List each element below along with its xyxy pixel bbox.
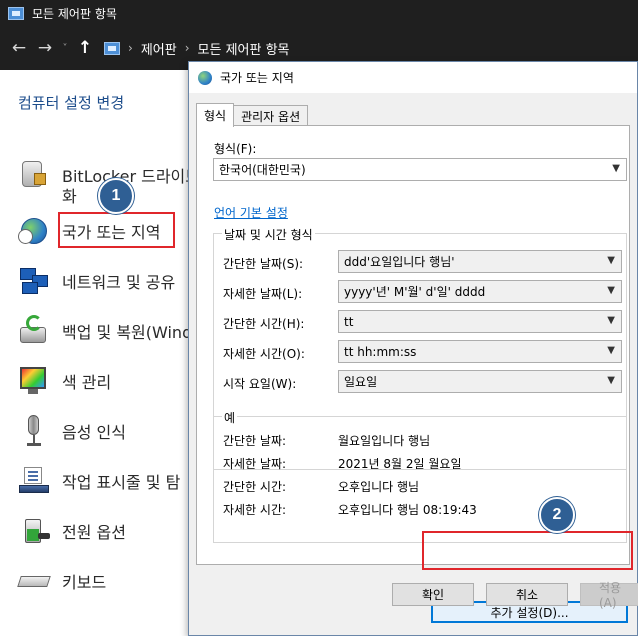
chevron-down-icon: ▼ [607,345,615,356]
example-long-time-value: 오후입니다 행님 08:19:43 [338,503,477,517]
item-label: 전원 옵션 [62,523,126,542]
cancel-button[interactable]: 취소 [486,583,568,606]
item-network[interactable]: 네트워크 및 공유 [18,264,175,298]
example-short-date-value: 월요일입니다 행님 [338,434,431,448]
tab-strip: 형식 관리자 옵션 [196,103,309,127]
chevron-down-icon: ▼ [612,163,620,174]
chevron-right-icon: › [128,41,133,55]
first-day-label: 시작 요일(W): [223,377,297,391]
example-long-time-label: 자세한 시간: [223,503,287,517]
first-day-value: 일요일 [344,375,378,389]
item-label: 백업 및 복원(Wind [62,323,193,342]
short-time-label: 간단한 시간(H): [223,317,305,331]
window-title: 모든 제어판 항목 [32,6,117,21]
tab-administrative[interactable]: 관리자 옵션 [233,105,309,127]
item-label: BitLocker 드라이브 [62,167,200,186]
back-arrow-icon[interactable]: ← [6,38,32,58]
item-speech[interactable]: 음성 인식 [18,414,126,448]
network-icon [18,265,50,297]
short-date-label: 간단한 날짜(S): [223,257,304,271]
item-label: 음성 인식 [62,423,126,442]
chevron-down-icon: ▼ [607,315,615,326]
recent-locations-chevron-icon[interactable]: ˅ [58,43,72,54]
control-panel-icon [8,6,24,20]
long-date-value: yyyy'년' M'월' d'일' dddd [344,285,486,299]
long-time-label: 자세한 시간(O): [223,347,305,361]
example-long-date-value: 2021년 8월 2일 월요일 [338,457,462,471]
window-titlebar: 모든 제어판 항목 [0,0,638,26]
item-color-management[interactable]: 색 관리 [18,364,111,398]
format-select-value: 한국어(대한민국) [219,163,306,177]
short-time-select[interactable]: tt ▼ [338,310,622,333]
short-time-value: tt [344,314,354,329]
item-label: 작업 표시줄 및 탐 [62,473,181,492]
power-icon [18,515,50,547]
breadcrumb-control-panel[interactable]: 제어판 [141,39,177,58]
highlight-additional-settings [422,531,633,570]
item-label-continued: 화 [62,187,77,206]
page-title: 컴퓨터 설정 변경 [18,94,125,112]
long-time-select[interactable]: tt hh:mm:ss ▼ [338,340,622,363]
format-select[interactable]: 한국어(대한민국) ▼ [213,158,627,181]
step-badge-1: 1 [98,178,134,214]
item-backup[interactable]: 백업 및 복원(Wind [18,314,192,348]
backup-icon [18,315,50,347]
chevron-down-icon: ▼ [607,375,615,386]
globe-clock-icon [18,215,50,247]
control-panel-icon [104,41,120,55]
example-short-date-label: 간단한 날짜: [223,434,287,448]
breadcrumb-all-items[interactable]: 모든 제어판 항목 [198,39,290,58]
example-long-date-label: 자세한 날짜: [223,457,287,471]
language-preferences-link[interactable]: 언어 기본 설정 [214,204,288,221]
item-taskbar[interactable]: 작업 표시줄 및 탐 [18,464,180,498]
keyboard-icon [17,565,51,597]
chevron-right-icon: › [184,41,190,55]
chevron-down-icon: ▼ [607,255,615,266]
item-keyboard[interactable]: 키보드 [17,564,107,598]
highlight-region-item [58,212,175,248]
up-arrow-icon[interactable]: ↑ [72,38,98,58]
ok-button[interactable]: 확인 [392,583,474,606]
first-day-select[interactable]: 일요일 ▼ [338,370,622,393]
apply-button[interactable]: 적용(A) [580,581,638,610]
chevron-down-icon: ▼ [607,285,615,296]
dialog-titlebar: 국가 또는 지역 [189,62,637,93]
example-short-time-label: 간단한 시간: [223,480,287,494]
taskbar-icon [18,465,50,497]
group-title: 날짜 및 시간 형식 [222,226,315,243]
item-label: 키보드 [62,573,107,592]
example-short-time-value: 오후입니다 행님 [338,480,420,494]
long-date-label: 자세한 날짜(L): [223,287,303,301]
dialog-title: 국가 또는 지역 [220,71,294,85]
tab-format[interactable]: 형식 [196,103,235,127]
format-label: 형식(F): [214,142,257,156]
long-date-select[interactable]: yyyy'년' M'월' d'일' dddd ▼ [338,280,622,303]
color-management-icon [18,365,50,397]
short-date-select[interactable]: ddd'요일입니다 행님' ▼ [338,250,622,273]
item-label: 네트워크 및 공유 [62,273,176,292]
item-power[interactable]: 전원 옵션 [18,514,126,548]
long-time-value: tt hh:mm:ss [344,344,417,359]
step-badge-2: 2 [539,497,575,533]
bitlocker-icon [18,159,50,191]
forward-arrow-icon[interactable]: → [32,38,58,58]
group-title: 예 [222,409,238,426]
microphone-icon [18,415,50,447]
item-label: 색 관리 [62,373,112,392]
short-date-value: ddd'요일입니다 행님' [344,255,455,269]
globe-icon [198,70,212,85]
